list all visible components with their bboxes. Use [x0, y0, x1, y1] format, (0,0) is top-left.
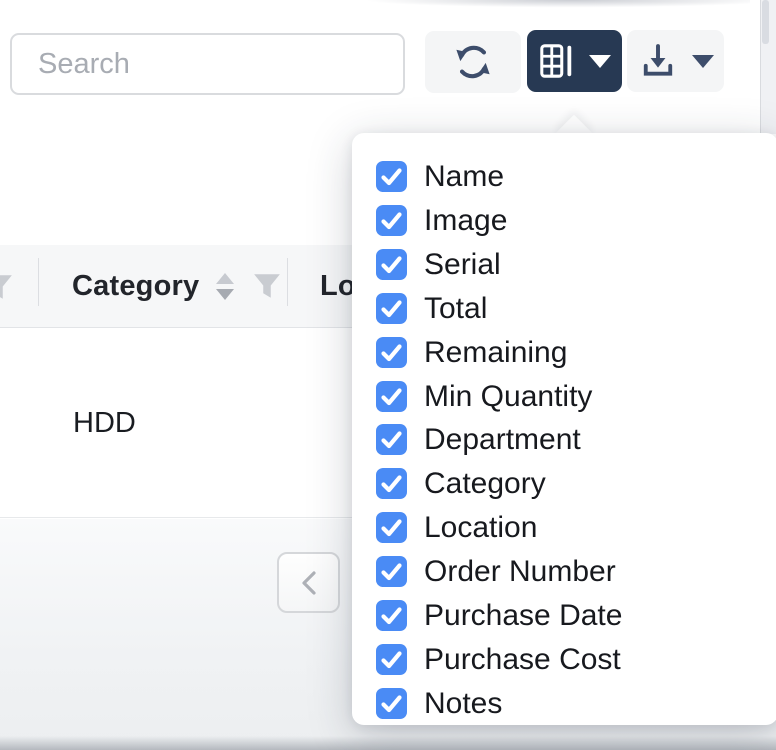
- refresh-button[interactable]: [425, 31, 521, 93]
- column-header-label: Category: [72, 270, 199, 303]
- column-menu-item[interactable]: Purchase Cost: [376, 637, 776, 681]
- column-separator: [38, 258, 39, 306]
- column-menu-item-label: Min Quantity: [424, 381, 592, 412]
- filter-icon[interactable]: [0, 272, 14, 302]
- checkmark-icon: [376, 381, 407, 412]
- bottom-edge-shadow: [0, 736, 776, 750]
- previous-page-button[interactable]: [277, 552, 340, 613]
- column-visibility-button[interactable]: [527, 30, 622, 92]
- column-menu-item-label: Purchase Cost: [424, 644, 621, 675]
- caret-down-icon: [692, 55, 714, 68]
- checkbox-checked[interactable]: [376, 381, 407, 412]
- column-menu-item-label: Category: [424, 468, 546, 499]
- column-separator: [287, 258, 288, 306]
- column-header-category[interactable]: Category: [72, 245, 282, 327]
- category-cell: HDD: [73, 328, 136, 518]
- chevron-left-icon: [297, 569, 321, 597]
- column-visibility-menu: Name Image Serial: [352, 133, 776, 725]
- checkbox-checked[interactable]: [376, 293, 407, 324]
- column-menu-item[interactable]: Location: [376, 506, 776, 550]
- sort-icon[interactable]: [216, 273, 234, 300]
- checkbox-checked[interactable]: [376, 249, 407, 280]
- column-menu-item-label: Serial: [424, 249, 501, 280]
- column-menu-item-label: Image: [424, 205, 507, 236]
- checkmark-icon: [376, 600, 407, 631]
- checkbox-checked[interactable]: [376, 468, 407, 499]
- checkmark-icon: [376, 556, 407, 587]
- filter-icon[interactable]: [252, 271, 282, 301]
- checkbox-checked[interactable]: [376, 688, 407, 719]
- column-menu-item-label: Notes: [424, 688, 502, 719]
- column-menu-item[interactable]: Total: [376, 287, 776, 331]
- column-menu-item[interactable]: Category: [376, 462, 776, 506]
- vertical-scrollbar-thumb[interactable]: [762, 0, 769, 44]
- column-menu-item[interactable]: Remaining: [376, 330, 776, 374]
- refresh-icon: [452, 41, 494, 83]
- checkbox-checked[interactable]: [376, 600, 407, 631]
- column-menu-item-label: Name: [424, 161, 504, 192]
- column-menu-item-label: Location: [424, 512, 537, 543]
- checkbox-checked[interactable]: [376, 556, 407, 587]
- checkbox-checked[interactable]: [376, 512, 407, 543]
- column-menu-item-label: Purchase Date: [424, 600, 622, 631]
- column-menu-item[interactable]: Notes: [376, 681, 776, 725]
- sort-up-arrow-icon: [216, 273, 234, 284]
- caret-down-icon: [589, 55, 611, 68]
- checkmark-icon: [376, 249, 407, 280]
- checkmark-icon: [376, 512, 407, 543]
- checkmark-icon: [376, 161, 407, 192]
- column-menu-item[interactable]: Department: [376, 418, 776, 462]
- column-menu-item[interactable]: Purchase Date: [376, 593, 776, 637]
- sort-down-arrow-icon: [216, 289, 234, 300]
- checkmark-icon: [376, 688, 407, 719]
- checkmark-icon: [376, 424, 407, 455]
- download-icon: [637, 40, 679, 82]
- checkbox-checked[interactable]: [376, 424, 407, 455]
- table-columns-icon: [538, 42, 576, 80]
- column-menu-item-label: Total: [424, 293, 487, 324]
- checkmark-icon: [376, 468, 407, 499]
- top-edge-shadow: [326, 0, 750, 10]
- column-menu-item[interactable]: Image: [376, 199, 776, 243]
- checkmark-icon: [376, 205, 407, 236]
- checkmark-icon: [376, 293, 407, 324]
- checkmark-icon: [376, 644, 407, 675]
- checkbox-checked[interactable]: [376, 644, 407, 675]
- checkbox-checked[interactable]: [376, 161, 407, 192]
- column-menu-item[interactable]: Min Quantity: [376, 374, 776, 418]
- checkbox-checked[interactable]: [376, 205, 407, 236]
- vertical-scrollbar-track[interactable]: [760, 0, 776, 134]
- column-menu-item[interactable]: Name: [376, 155, 776, 199]
- column-menu-item-label: Remaining: [424, 337, 567, 368]
- column-menu-item-label: Order Number: [424, 556, 616, 587]
- column-menu-item[interactable]: Serial: [376, 243, 776, 287]
- column-menu-item[interactable]: Order Number: [376, 550, 776, 594]
- inventory-page: Category Location HDD: [0, 0, 776, 750]
- checkbox-checked[interactable]: [376, 337, 407, 368]
- search-input[interactable]: [10, 33, 405, 95]
- checkmark-icon: [376, 337, 407, 368]
- export-button[interactable]: [627, 30, 724, 92]
- column-menu-item-label: Department: [424, 424, 581, 455]
